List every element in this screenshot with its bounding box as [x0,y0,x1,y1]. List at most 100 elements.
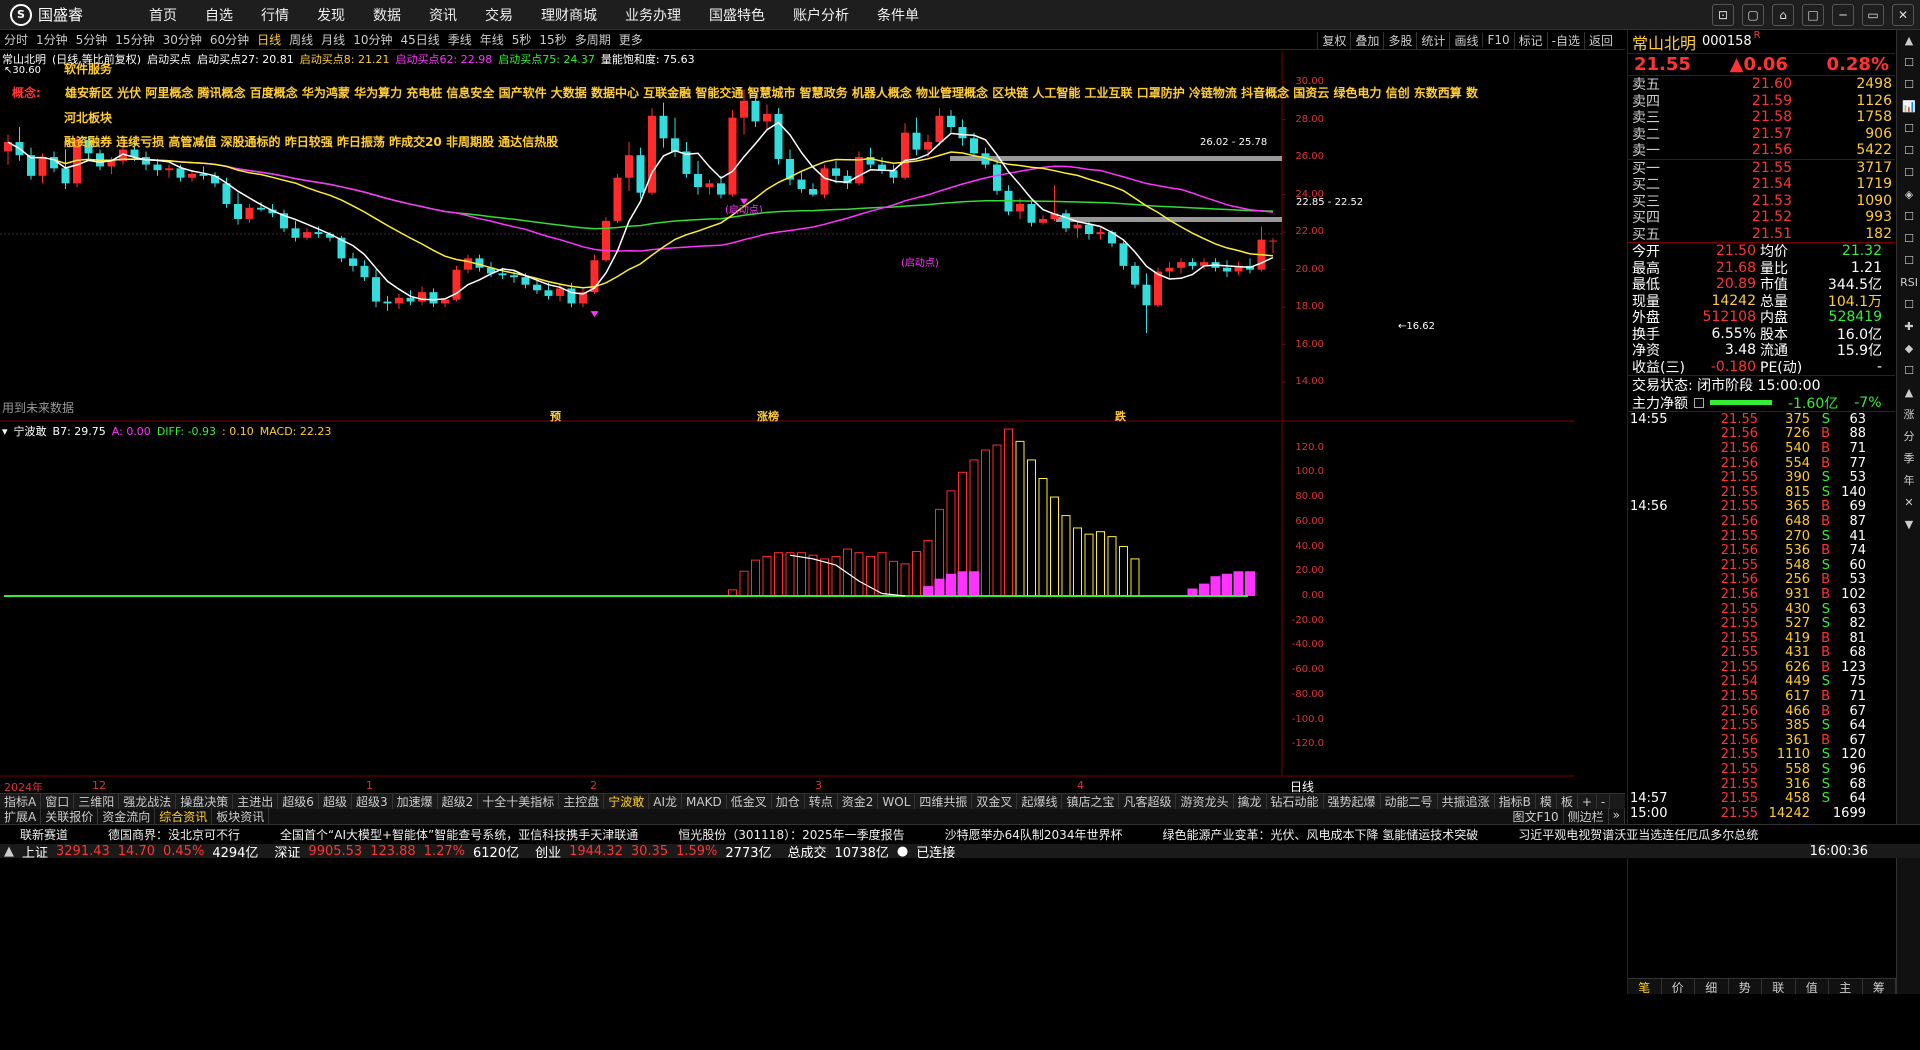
window-control-icon-1[interactable]: ▢ [1742,4,1764,26]
window-control-icon-6[interactable]: ✕ [1892,4,1914,26]
side-tool-icon-13[interactable]: ✚ [1897,316,1920,338]
menu-item-8[interactable]: 业务办理 [611,5,695,25]
period-tab-0[interactable]: 分时 [0,31,32,48]
indicator-tab-20[interactable]: WOL [878,794,916,809]
side-tool-icon-16[interactable]: ▲ [1897,382,1920,404]
sh-label[interactable]: 上证 [22,842,48,861]
side-tool-icon-8[interactable]: ☐ [1897,206,1920,228]
menu-item-7[interactable]: 理财商城 [527,5,611,25]
tool-button-4[interactable]: 画线 [1449,31,1482,49]
sz-label[interactable]: 深证 [274,842,300,861]
header-indicator[interactable]: 启动买点 [147,51,191,67]
indicator-tab-18[interactable]: 转点 [805,793,838,810]
ext-tab-0[interactable]: 扩展A [0,808,42,825]
tool-button-8[interactable]: 返回 [1583,31,1617,49]
side-tool-icon-6[interactable]: ☐ [1897,162,1920,184]
indicator-tab-10[interactable]: 超级2 [438,793,479,810]
side-tool-icon-22[interactable]: ▼ [1897,514,1920,536]
side-tool-icon-12[interactable]: ☐ [1897,294,1920,316]
quote-tab-3[interactable]: 势 [1729,979,1762,995]
period-tab-8[interactable]: 月线 [317,31,349,48]
period-tab-12[interactable]: 年线 [476,31,508,48]
menu-item-3[interactable]: 发现 [303,5,359,25]
tool-button-7[interactable]: -自选 [1546,31,1584,49]
menu-item-0[interactable]: 首页 [135,5,191,25]
side-tool-icon-10[interactable]: ☐ [1897,250,1920,272]
indicator-tab-30[interactable]: 动能二号 [1381,793,1438,810]
indicator-tab-35[interactable]: + [1578,794,1597,809]
period-tab-10[interactable]: 45日线 [396,31,443,48]
period-tab-11[interactable]: 季线 [444,31,476,48]
tool-button-0[interactable]: 复权 [1317,31,1350,49]
news-item[interactable]: 沙特愿举办64队制2034年世界杯 [925,826,1143,843]
indicator-tab-22[interactable]: 双金叉 [972,793,1018,810]
tool-button-3[interactable]: 统计 [1416,31,1449,49]
menu-item-1[interactable]: 自选 [191,5,247,25]
news-item[interactable]: 习近平观电视贺谱沃亚当选连任厄瓜多尔总统 [1498,826,1778,843]
indicator-tab-9[interactable]: 加速爆 [393,793,438,810]
side-tool-icon-19[interactable]: 季 [1897,448,1920,470]
period-tab-14[interactable]: 15秒 [535,31,570,48]
side-tool-icon-2[interactable]: ☐ [1897,74,1920,96]
quote-tab-6[interactable]: 主 [1829,979,1863,995]
indicator-tab-23[interactable]: 起爆线 [1017,793,1063,810]
indicator-tab-7[interactable]: 超级 [319,793,352,810]
ext-right-tab-0[interactable]: 图文F10 [1508,808,1564,825]
period-tab-15[interactable]: 多周期 [571,31,615,48]
window-control-icon-3[interactable]: □ [1802,4,1824,26]
menu-item-11[interactable]: 条件单 [863,5,933,25]
period-tab-6[interactable]: 日线 [253,31,285,48]
window-control-icon-4[interactable]: ─ [1832,4,1854,26]
side-tool-icon-11[interactable]: RSI [1897,272,1920,294]
indicator-tab-19[interactable]: 资金2 [838,793,879,810]
ext-tab-1[interactable]: 关联报价 [41,808,99,825]
indicator-tab-24[interactable]: 镇店之宝 [1062,793,1120,810]
side-tool-icon-20[interactable]: 年 [1897,470,1920,492]
window-control-icon-0[interactable]: ⊡ [1712,4,1734,26]
side-tool-icon-9[interactable]: ☐ [1897,228,1920,250]
sub-toggle-icon[interactable]: ▾ [2,425,8,438]
news-item[interactable]: 德国商界：没北京可不行 [88,826,260,843]
news-item[interactable]: 联新赛道 [0,826,88,843]
cy-label[interactable]: 创业 [535,842,561,861]
quote-tab-2[interactable]: 细 [1695,979,1729,995]
tool-button-6[interactable]: 标记 [1513,31,1547,49]
menu-item-9[interactable]: 国盛特色 [695,5,779,25]
period-tab-5[interactable]: 60分钟 [206,31,253,48]
period-tab-1[interactable]: 1分钟 [32,31,72,48]
side-tool-icon-4[interactable]: ☐ [1897,118,1920,140]
event-mark[interactable]: 预 [550,408,561,424]
indicator-tab-21[interactable]: 四维共振 [915,793,973,810]
ext-tab-3[interactable]: 综合资讯 [155,808,213,825]
news-item[interactable]: 绿色能源产业变革：光伏、风电成本下降 氢能储运技术突破 [1142,826,1498,843]
menu-item-4[interactable]: 数据 [359,5,415,25]
side-tool-icon-15[interactable]: ☐ [1897,360,1920,382]
side-tool-icon-0[interactable]: ▲ [1897,30,1920,52]
indicator-tab-16[interactable]: 低金叉 [727,793,772,810]
menu-item-6[interactable]: 交易 [471,5,527,25]
ext-tab-4[interactable]: 板块资讯 [212,808,270,825]
period-tab-16[interactable]: 更多 [615,31,647,48]
side-tool-icon-5[interactable]: ☐ [1897,140,1920,162]
news-item[interactable]: 全国首个“AI大模型+智能体”智能查号系统，亚信科技携手天津联通 [260,826,658,843]
news-item[interactable]: 恒光股份（301118）：2025年一季度报告 [658,826,924,843]
period-tab-2[interactable]: 5分钟 [72,31,112,48]
sub-indicator-name[interactable]: 宁波敢 [14,423,47,439]
indicator-tab-13[interactable]: 宁波敢 [604,793,650,810]
quote-tab-5[interactable]: 值 [1796,979,1829,995]
indicator-tab-29[interactable]: 强势起爆 [1324,793,1381,810]
tool-button-2[interactable]: 多股 [1383,31,1416,49]
indicator-tab-26[interactable]: 游资龙头 [1176,793,1234,810]
quote-tab-0[interactable]: 笔 [1628,979,1662,995]
indicator-tab-17[interactable]: 加仓 [772,793,805,810]
event-mark[interactable]: 跌 [1115,408,1126,424]
side-tool-icon-7[interactable]: ◈ [1897,184,1920,206]
net-flow-toggle-icon[interactable] [1694,397,1704,408]
period-tab-7[interactable]: 周线 [285,31,317,48]
period-tab-9[interactable]: 10分钟 [349,31,396,48]
window-control-icon-2[interactable]: ⌂ [1772,4,1794,26]
ext-tab-2[interactable]: 资金流向 [98,808,156,825]
side-tool-icon-17[interactable]: 涨 [1897,404,1920,426]
side-tool-icon-21[interactable]: ✕ [1897,492,1920,514]
ext-right-tab-1[interactable]: 侧边栏 [1564,808,1609,825]
